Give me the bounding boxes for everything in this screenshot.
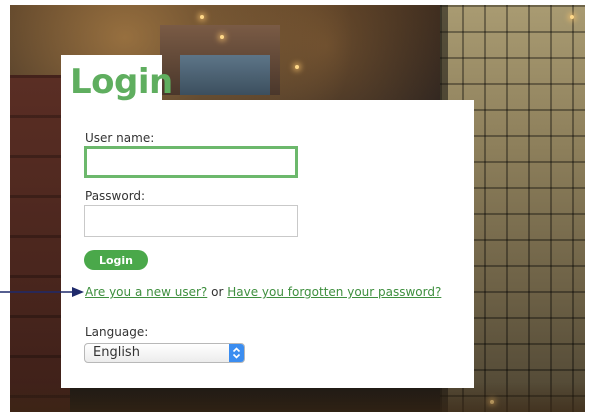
account-links: Are you a new user? or Have you forgotte… xyxy=(85,285,441,299)
language-select-value: English xyxy=(93,345,140,360)
language-label: Language: xyxy=(85,325,149,339)
page-title: Login xyxy=(70,62,173,102)
city-light xyxy=(220,35,224,39)
background-building-blue xyxy=(180,55,270,95)
city-light xyxy=(200,15,204,19)
city-light xyxy=(295,65,299,69)
city-light xyxy=(570,15,574,19)
login-button[interactable]: Login xyxy=(84,250,148,270)
or-text: or xyxy=(211,285,224,299)
username-label: User name: xyxy=(85,131,155,145)
username-field[interactable] xyxy=(84,146,298,178)
updown-chevron-icon xyxy=(229,344,244,362)
password-field[interactable] xyxy=(84,205,298,237)
forgot-password-link[interactable]: Have you forgotten your password? xyxy=(227,285,441,299)
language-select[interactable]: English xyxy=(84,343,245,363)
new-user-link[interactable]: Are you a new user? xyxy=(85,285,207,299)
callout-arrow-icon xyxy=(0,287,84,297)
password-label: Password: xyxy=(85,189,146,203)
